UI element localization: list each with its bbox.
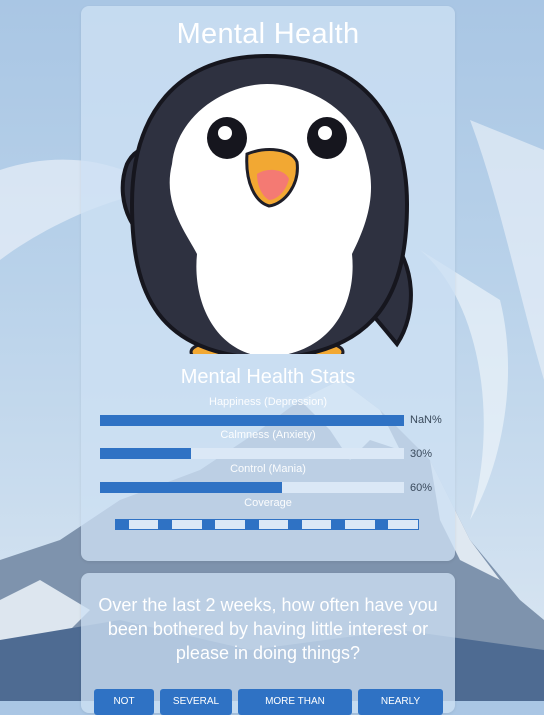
question-text: Over the last 2 weeks, how often have yo… — [98, 595, 438, 663]
happiness-percent: NaN% — [410, 414, 442, 426]
coverage-segment-fill — [116, 520, 129, 529]
coverage-segment-fill — [245, 520, 259, 529]
answer-not-button[interactable]: NOT — [94, 689, 154, 715]
coverage-segment — [289, 520, 333, 529]
coverage-segment-empty — [301, 520, 332, 529]
penguin-illustration — [120, 54, 413, 354]
stats-title: Mental Health Stats — [180, 366, 356, 388]
coverage-segment-fill — [332, 520, 346, 529]
coverage-segment-empty — [388, 520, 418, 529]
stat-label-happiness: Happiness (Depression) — [209, 396, 327, 408]
stats-card: Mental Health Mental Health Stats Happin… — [81, 6, 455, 561]
coverage-segment — [375, 520, 418, 529]
answer-several-button[interactable]: SEVERAL — [160, 689, 232, 715]
coverage-segment-fill — [289, 520, 302, 529]
coverage-segment — [245, 520, 290, 529]
stat-label-calmness: Calmness (Anxiety) — [220, 429, 316, 441]
coverage-segment-empty — [258, 520, 289, 529]
control-bar — [100, 482, 404, 493]
control-bar-fill — [100, 482, 283, 493]
answer-options: NOT SEVERAL MORE THAN NEARLY — [94, 689, 443, 715]
calmness-bar-fill — [100, 448, 192, 459]
control-percent: 60% — [410, 482, 433, 494]
coverage-segment-empty — [345, 520, 375, 529]
coverage-bar — [115, 519, 419, 530]
stat-label-control: Control (Mania) — [230, 463, 306, 475]
calmness-bar — [100, 448, 404, 459]
happiness-bar-fill — [100, 415, 404, 426]
calmness-percent: 30% — [410, 448, 433, 460]
coverage-segment — [116, 520, 160, 529]
answer-more-than-button[interactable]: MORE THAN — [238, 689, 352, 715]
coverage-segment — [332, 520, 376, 529]
coverage-segment — [202, 520, 246, 529]
coverage-segment-empty — [215, 520, 245, 529]
coverage-segment-fill — [202, 520, 216, 529]
answer-nearly-button[interactable]: NEARLY — [358, 689, 443, 715]
stat-label-coverage: Coverage — [244, 497, 292, 509]
app-title: Mental Health — [176, 18, 360, 50]
happiness-bar — [100, 415, 404, 426]
coverage-segment-fill — [375, 520, 389, 529]
coverage-segment-empty — [128, 520, 159, 529]
question-card: Over the last 2 weeks, how often have yo… — [81, 573, 455, 715]
coverage-segment — [159, 520, 203, 529]
coverage-segment-empty — [171, 520, 202, 529]
coverage-segment-fill — [159, 520, 172, 529]
